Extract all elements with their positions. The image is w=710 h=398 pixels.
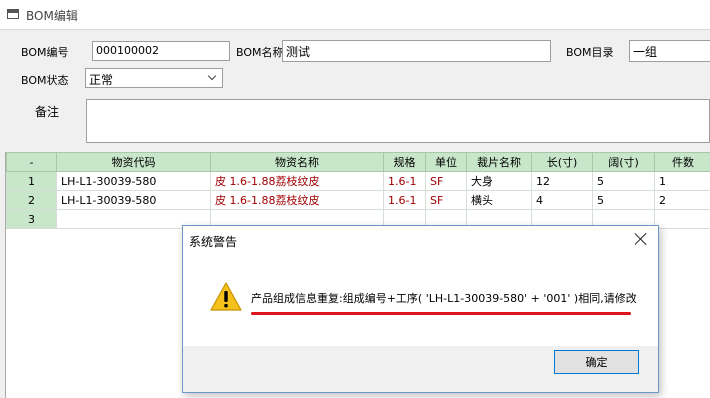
window-app-icon [7,9,19,19]
cell-quantity[interactable]: 1 [654,171,710,191]
bom-dir-label: BOM目录 [566,46,614,59]
cell-material-name[interactable]: 皮 1.6-1.88荔枝纹皮 [210,190,384,210]
cell-material-code[interactable]: LH-L1-30039-580 [56,190,211,210]
close-icon[interactable] [634,232,648,246]
row-number[interactable]: 2 [6,190,57,210]
header-select-all[interactable]: - [6,152,57,172]
cell-spec[interactable]: 1.6-1 [383,171,426,191]
ok-button[interactable]: 确定 [554,350,639,374]
bom-name-field[interactable]: 测试 [282,40,551,62]
bom-dir-field[interactable]: 一组 [629,40,710,62]
window-titlebar: BOM编辑 [0,0,710,30]
bom-status-value: 正常 [89,73,114,87]
message-underline [251,312,631,315]
header-quantity[interactable]: 件数 [654,152,710,172]
system-warning-dialog: 系统警告 产品组成信息重复:组成编号+工序( 'LH-L1-30039-580'… [182,225,659,393]
cell-material-name[interactable]: 皮 1.6-1.88荔枝纹皮 [210,171,384,191]
bom-no-label: BOM编号 [21,46,69,59]
header-material-name[interactable]: 物资名称 [210,152,384,172]
table-row[interactable]: 1 LH-L1-30039-580 皮 1.6-1.88荔枝纹皮 1.6-1 S… [6,171,710,191]
window-title: BOM编辑 [26,9,78,23]
dialog-footer: 确定 [183,346,658,392]
bom-name-label: BOM名称 [236,46,284,59]
header-length[interactable]: 长(寸) [531,152,593,172]
remark-label: 备注 [35,105,60,119]
header-width[interactable]: 阔(寸) [592,152,655,172]
grid-header-row: - 物资代码 物资名称 规格 单位 裁片名称 长(寸) 阔(寸) 件数 [6,152,710,172]
dialog-title: 系统警告 [189,235,238,249]
header-spec[interactable]: 规格 [383,152,426,172]
row-number[interactable]: 1 [6,171,57,191]
cell-piece-name[interactable]: 大身 [466,171,532,191]
bom-status-select[interactable]: 正常 [85,68,223,88]
cell-spec[interactable]: 1.6-1 [383,190,426,210]
dialog-message: 产品组成信息重复:组成编号+工序( 'LH-L1-30039-580' + '0… [251,292,637,305]
header-material-code[interactable]: 物资代码 [56,152,211,172]
warning-icon [210,282,242,311]
cell-width[interactable]: 5 [592,171,655,191]
bom-status-label: BOM状态 [21,74,69,87]
row-number[interactable]: 3 [6,209,57,229]
bom-no-field[interactable]: 000100002 [92,41,230,61]
dialog-body: 产品组成信息重复:组成编号+工序( 'LH-L1-30039-580' + '0… [183,252,658,346]
chevron-down-icon[interactable] [204,69,222,87]
cell-width[interactable]: 5 [592,190,655,210]
cell-piece-name[interactable]: 横头 [466,190,532,210]
header-piece-name[interactable]: 裁片名称 [466,152,532,172]
cell-quantity[interactable]: 2 [654,190,710,210]
cell-unit[interactable]: SF [425,171,467,191]
cell-length[interactable]: 12 [531,171,593,191]
cell-quantity[interactable] [654,209,710,229]
cell-length[interactable]: 4 [531,190,593,210]
remark-textarea[interactable] [86,99,710,143]
header-unit[interactable]: 单位 [425,152,467,172]
cell-unit[interactable]: SF [425,190,467,210]
table-row[interactable]: 2 LH-L1-30039-580 皮 1.6-1.88荔枝纹皮 1.6-1 S… [6,190,710,210]
cell-material-code[interactable]: LH-L1-30039-580 [56,171,211,191]
bom-form: BOM编号 000100002 BOM名称 测试 BOM目录 一组 BOM状态 … [0,30,710,152]
